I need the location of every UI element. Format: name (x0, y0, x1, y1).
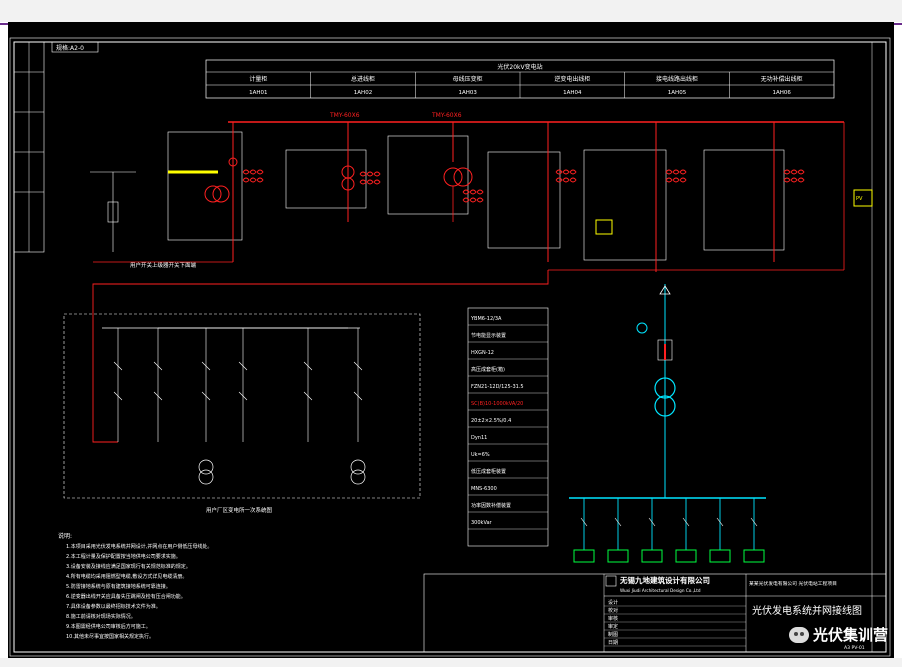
busbar-left-label: TMY-60X6 (329, 112, 360, 119)
cad-sheet: 规格:A2-0 光伏20kV变电站 计量柜 1AH01 总进线柜 1AH02 母线压变柜… (8, 22, 894, 658)
equipment-list: YBM6-12/3A 节电能显示装置 HXGN-12 高压成套柜(箱) FZN21-12… (467, 307, 549, 547)
cabinet-name: 总进线柜 (351, 75, 375, 83)
incoming-cabinet (285, 122, 367, 222)
equipment-line: 低压成套柜装置 (471, 468, 506, 475)
pt-cabinet (387, 122, 473, 222)
equipment-line: Dyn11 (471, 435, 487, 441)
note-line: 9.本图需经供电公司审核后方可施工。 (66, 623, 151, 630)
pv-transformer-chain (569, 284, 766, 563)
cabinet-code: 1AH06 (772, 90, 791, 96)
note-line: 4.所有电缆均采用阻燃型电缆,敷设方式详见电缆清册。 (66, 573, 187, 580)
equipment-line: FZN21-12D/125-31.5 (471, 384, 524, 390)
client-project: 某某光伏发电有限公司 光伏电站工程项目 (749, 580, 837, 587)
notes-block: 说明: 1.本项目采用光伏发电系统并网设计,并网点在用户侧低压母线处。 2.本工程… (58, 532, 212, 640)
watermark-text: 光伏集训营 (812, 626, 888, 644)
titleblock-field: 审定 (608, 623, 618, 630)
company-logo (605, 575, 617, 587)
feeder-cabinets: PV (487, 122, 873, 272)
drawing-border (13, 41, 887, 653)
wechat-icon (788, 626, 809, 643)
equipment-line: 功率因数补偿装置 (471, 502, 511, 509)
note-line: 1.本项目采用光伏发电系统并网设计,并网点在用户侧低压母线处。 (66, 543, 212, 550)
equipment-line: SC(B)10-1000kVA/20 (471, 401, 523, 407)
cabinet-code: 1AH04 (563, 90, 582, 96)
table-title: 光伏20kV变电站 (497, 63, 542, 71)
equipment-line: YBM6-12/3A (470, 316, 502, 322)
cabinet-name: 无功补偿出线柜 (761, 75, 803, 83)
note-line: 3.设备安装及接线应满足国家现行有关规范标准的规定。 (66, 563, 191, 570)
equipment-line: 节电能显示装置 (471, 332, 506, 339)
titleblock-field: 审核 (608, 615, 618, 622)
note-line: 8.施工前请核对现场实际情况。 (66, 613, 136, 620)
watermark: 光伏集训营 (788, 624, 888, 645)
cabinet-name: 逆变电出线柜 (554, 75, 590, 83)
cabinet-name: 接电线路出线柜 (656, 75, 698, 83)
titleblock-field: 制图 (608, 631, 618, 638)
cabinet-code: 1AH02 (354, 90, 372, 96)
equipment-line: 高压成套柜(箱) (471, 366, 505, 373)
schematic-drawing: 规格:A2-0 光伏20kV变电站 计量柜 1AH01 总进线柜 1AH02 母线压变柜… (9, 37, 891, 657)
top-margin (0, 0, 902, 22)
busbar-right-label: TMY-60X6 (431, 112, 462, 119)
cabinet-name: 计量柜 (249, 75, 267, 83)
equipment-line: 300kVar (471, 520, 493, 526)
note-line: 2.本工程计量及保护配置按当地供电公司要求实施。 (66, 553, 181, 560)
current-transformers (242, 169, 805, 203)
sheet-code: A3 PV-01 (844, 645, 865, 651)
note-line: 10.其他未尽事宜按国家相关规定执行。 (66, 633, 154, 640)
screenshot-frame: 规格:A2-0 光伏20kV变电站 计量柜 1AH01 总进线柜 1AH02 母线压变柜… (0, 0, 902, 667)
owner-switch: 用户开关上级器开关下面端 (90, 171, 197, 269)
cabinet-code: 1AH05 (668, 90, 687, 96)
titleblock-field: 校对 (608, 607, 618, 614)
note-line: 6.逆变器出线开关应具备失压跳闸及检有压合闸功能。 (66, 593, 186, 600)
equipment-line: MNS-6300 (471, 486, 497, 492)
note-line: 5.防雷接地系统与原有建筑接地系统可靠连接。 (66, 583, 171, 590)
equipment-line: Uk=6% (471, 452, 490, 458)
titleblock-field: 日期 (608, 640, 618, 646)
cabinet-code: 1AH03 (458, 90, 477, 96)
titleblock-field: 设计 (608, 599, 618, 606)
drawing-title: 光伏发电系统并网接线图 (752, 604, 862, 617)
connection-cable (92, 270, 549, 443)
company-english: Wuxi Jiudi Architectural Design Co.,Ltd (620, 588, 701, 593)
svg-text:PV: PV (856, 196, 863, 202)
equipment-line: 20±2×2.5%/0.4 (471, 418, 511, 424)
equipment-line: HXGN-12 (471, 350, 494, 356)
bottom-margin (0, 658, 902, 667)
note-line: 7.具体设备参数以最终招标技术文件为准。 (66, 603, 161, 610)
cabinet-table: 光伏20kV变电站 计量柜 1AH01 总进线柜 1AH02 母线压变柜 1AH03 逆变电… (205, 59, 835, 99)
cabinet-name: 母线压变柜 (453, 75, 483, 83)
sheet-tag: 规格:A2-0 (56, 44, 84, 52)
metering-cabinet (93, 122, 243, 263)
notes-title: 说明: (58, 532, 72, 540)
cabinet-code: 1AH01 (249, 90, 267, 96)
company-name: 无锡九地建筑设计有限公司 (619, 575, 710, 585)
owner-substation: 用户厂区变电所一次系统图 (63, 313, 421, 514)
owner-system-label: 用户厂区变电所一次系统图 (206, 506, 273, 514)
owner-switch-label: 用户开关上级器开关下面端 (130, 261, 197, 269)
